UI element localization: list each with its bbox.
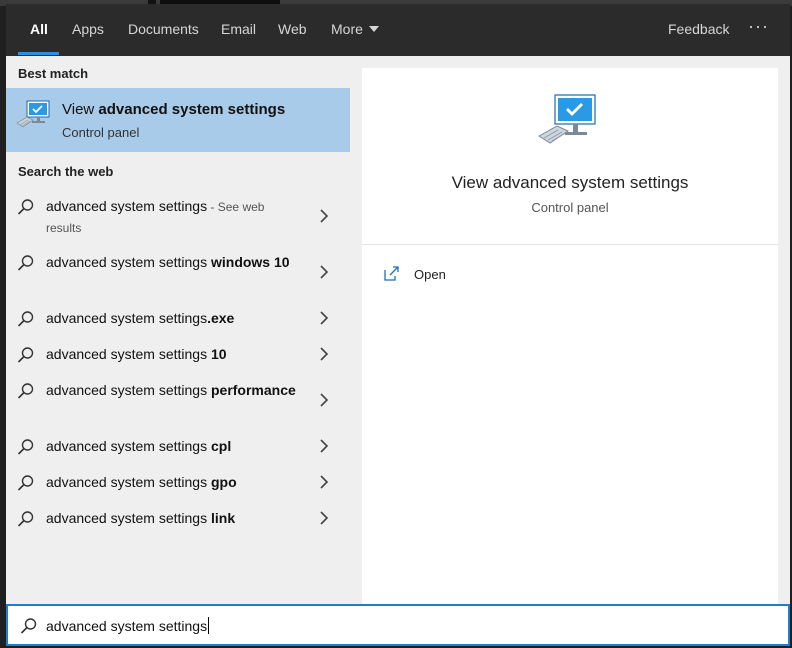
chevron-right-icon	[320, 311, 329, 325]
best-match-title: View advanced system settings	[62, 101, 285, 118]
search-icon	[17, 383, 34, 399]
search-input-value: advanced system settings	[46, 618, 208, 634]
results-pane: Best match View advanced system settings…	[6, 56, 350, 604]
web-result-query: advanced system settings	[46, 346, 211, 362]
best-match-title-bold: advanced system settings	[98, 101, 286, 118]
web-result-query-suffix: gpo	[210, 474, 237, 490]
web-result-query-suffix: link	[210, 510, 236, 526]
search-web-heading: Search the web	[18, 164, 114, 179]
web-result-item[interactable]: advanced system settings cpl	[6, 436, 350, 460]
computer-settings-icon	[16, 100, 50, 128]
web-result-item[interactable]: advanced system settings.exe	[6, 308, 350, 332]
chevron-right-icon	[320, 347, 329, 361]
best-match-heading: Best match	[18, 66, 89, 81]
scope-tab-bar: All Apps Documents Email Web More Feedba…	[6, 4, 790, 56]
web-result-item[interactable]: advanced system settings link	[6, 508, 350, 532]
web-result-text: advanced system settings performance	[46, 380, 296, 400]
computer-settings-icon	[538, 94, 596, 144]
chevron-right-icon	[320, 265, 329, 279]
tab-all[interactable]: All	[30, 21, 48, 37]
tab-web[interactable]: Web	[278, 21, 307, 37]
web-result-item[interactable]: advanced system settings - See web resul…	[6, 196, 350, 240]
search-icon	[17, 311, 34, 327]
search-icon	[17, 511, 34, 527]
tab-documents[interactable]: Documents	[128, 21, 199, 37]
chevron-right-icon	[320, 475, 329, 489]
web-result-query: advanced system settings	[46, 382, 211, 398]
open-external-icon	[384, 266, 399, 281]
search-panel: All Apps Documents Email Web More Feedba…	[6, 4, 790, 646]
web-result-text: advanced system settings - See web resul…	[46, 196, 296, 238]
search-icon	[20, 618, 37, 634]
chevron-down-icon	[368, 26, 379, 32]
active-tab-indicator	[18, 52, 59, 55]
search-icon	[17, 347, 34, 363]
web-result-query-suffix: cpl	[210, 438, 232, 454]
web-result-text: advanced system settings link	[46, 508, 296, 528]
web-result-query: advanced system settings	[46, 310, 208, 326]
web-result-text: advanced system settings 10	[46, 344, 296, 364]
web-result-item[interactable]: advanced system settings gpo	[6, 472, 350, 496]
preview-title: View advanced system settings	[451, 173, 689, 192]
web-result-text: advanced system settings gpo	[46, 472, 296, 492]
tab-more[interactable]: More	[331, 21, 379, 37]
chevron-right-icon	[320, 393, 329, 407]
open-label: Open	[414, 267, 446, 282]
web-result-query-suffix: performance	[210, 382, 296, 398]
search-icon	[17, 439, 34, 455]
best-match-title-prefix: View	[62, 101, 99, 118]
web-result-query: advanced system settings	[46, 438, 211, 454]
feedback-button[interactable]: Feedback	[668, 21, 729, 37]
search-icon	[17, 475, 34, 491]
web-result-query: advanced system settings	[46, 198, 208, 214]
search-box[interactable]: advanced system settings	[6, 604, 790, 646]
web-result-query: advanced system settings	[46, 510, 211, 526]
search-icon	[17, 255, 34, 271]
tab-email[interactable]: Email	[221, 21, 256, 37]
chevron-right-icon	[320, 439, 329, 453]
web-result-item[interactable]: advanced system settings windows 10	[6, 252, 350, 296]
web-result-query: advanced system settings	[46, 254, 211, 270]
best-match-item[interactable]: View advanced system settings Control pa…	[6, 88, 350, 152]
preview-subtitle: Control panel	[531, 200, 609, 215]
web-result-query-suffix: .exe	[207, 310, 235, 326]
chevron-right-icon	[320, 511, 329, 525]
best-match-subtitle: Control panel	[62, 125, 140, 140]
web-result-query-suffix: 10	[210, 346, 227, 362]
web-result-query: advanced system settings	[46, 474, 211, 490]
tab-more-label: More	[331, 21, 363, 37]
divider	[362, 244, 778, 245]
more-options-icon[interactable]: ···	[748, 16, 769, 37]
web-result-query-suffix: windows 10	[210, 254, 290, 270]
open-button[interactable]: Open	[384, 264, 504, 288]
search-input[interactable]: advanced system settings	[46, 617, 210, 634]
web-result-text: advanced system settings cpl	[46, 436, 296, 456]
web-result-text: advanced system settings windows 10	[46, 252, 296, 272]
text-cursor	[208, 617, 210, 634]
chevron-right-icon	[320, 209, 329, 223]
web-result-item[interactable]: advanced system settings performance	[6, 380, 350, 424]
search-icon	[17, 199, 34, 215]
web-result-text: advanced system settings.exe	[46, 308, 296, 328]
web-result-item[interactable]: advanced system settings 10	[6, 344, 350, 368]
preview-pane: View advanced system settings Control pa…	[362, 68, 778, 604]
tab-apps[interactable]: Apps	[72, 21, 104, 37]
